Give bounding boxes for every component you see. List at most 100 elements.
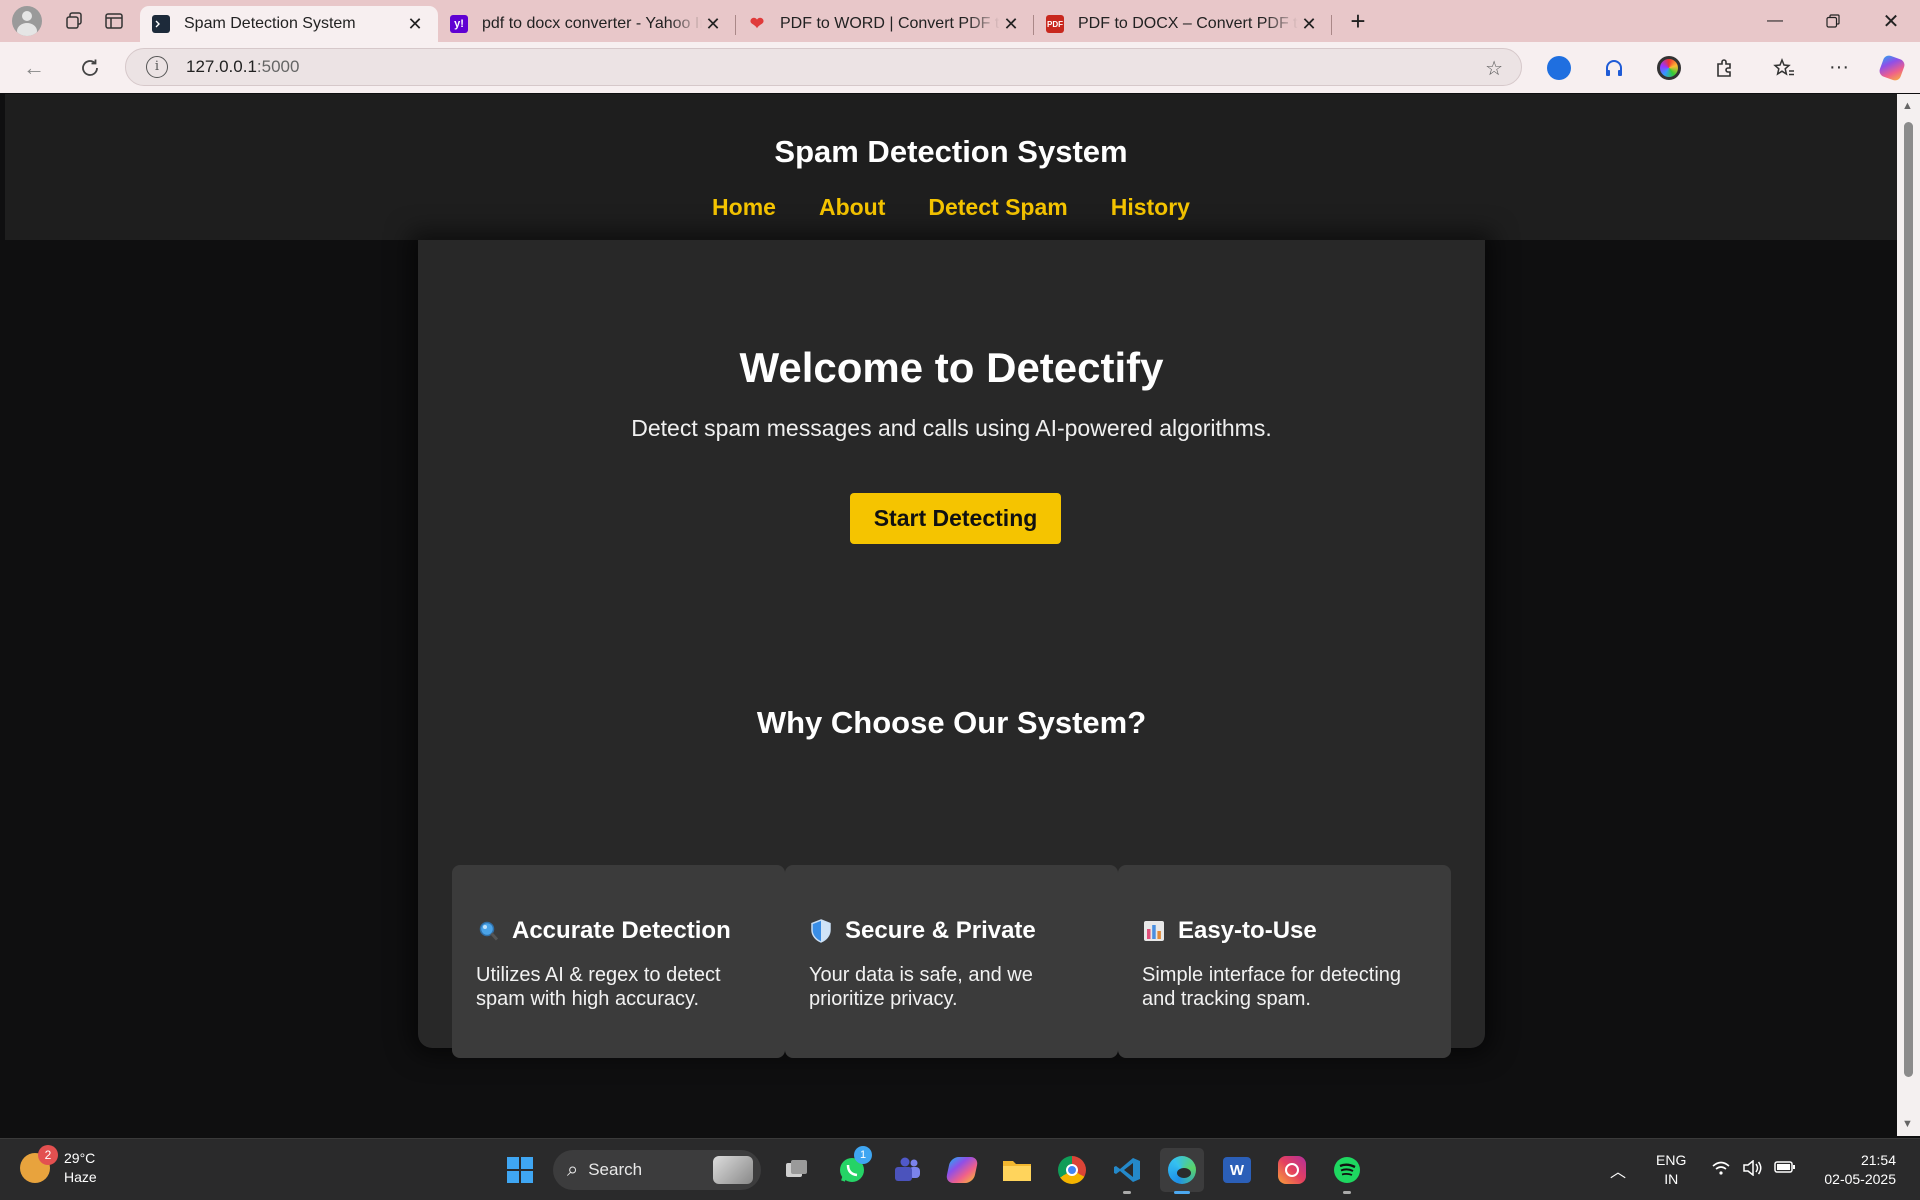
input-language-indicator[interactable]: ENG IN xyxy=(1656,1151,1686,1189)
features-title: Why Choose Our System? xyxy=(756,705,1147,740)
copilot-app-icon[interactable] xyxy=(940,1148,984,1192)
windows-taskbar: 2 29°C Haze ⌕ Search 1 W ︿ ENG IN 21:54 … xyxy=(0,1138,1920,1200)
weather-temperature: 29°C xyxy=(64,1150,96,1166)
restore-icon[interactable] xyxy=(1804,0,1862,42)
close-tab-icon[interactable]: ✕ xyxy=(404,14,426,35)
whatsapp-icon[interactable]: 1 xyxy=(830,1146,874,1192)
spotify-icon[interactable] xyxy=(1325,1148,1369,1194)
site-header: Spam Detection System Home About Detect … xyxy=(5,94,1897,240)
site-nav: Home About Detect Spam History xyxy=(5,194,1897,221)
tab-pdf-to-docx[interactable]: PDF PDF to DOCX – Convert PDF to DOCX ✕ xyxy=(1034,6,1332,42)
favorite-star-icon[interactable]: ☆ xyxy=(1485,56,1503,81)
nav-home-link[interactable]: Home xyxy=(712,194,776,221)
browser-address-bar: ← i 127.0.0.1:5000 ☆ ··· xyxy=(0,42,1920,93)
teams-icon[interactable] xyxy=(885,1148,929,1192)
color-picker-extension-icon[interactable] xyxy=(1649,42,1689,93)
scroll-down-icon[interactable]: ▼ xyxy=(1902,1118,1913,1130)
pdf-icon: PDF xyxy=(1046,15,1064,33)
tab-title: PDF to DOCX – Convert PDF to DOCX xyxy=(1078,15,1298,32)
taskbar-search-box[interactable]: ⌕ Search xyxy=(553,1150,761,1190)
show-hidden-icons-chevron-icon[interactable]: ︿ xyxy=(1610,1158,1626,1182)
weather-haze-icon: 2 xyxy=(20,1145,58,1183)
chrome-icon[interactable] xyxy=(1050,1148,1094,1192)
feature-card-easy-to-use: Easy-to-Use Simple interface for detecti… xyxy=(1118,865,1451,1058)
page-viewport: Spam Detection System Home About Detect … xyxy=(5,94,1897,1136)
reload-icon[interactable] xyxy=(66,48,114,88)
vertical-tabs-icon[interactable] xyxy=(94,0,134,42)
nav-detect-spam-link[interactable]: Detect Spam xyxy=(928,194,1067,221)
yahoo-icon: y! xyxy=(450,15,468,33)
bar-chart-icon xyxy=(1142,919,1166,943)
nav-about-link[interactable]: About xyxy=(819,194,885,221)
file-explorer-icon[interactable] xyxy=(995,1148,1039,1192)
clock-time: 21:54 xyxy=(1860,1152,1896,1168)
feature-cards: Accurate Detection Utilizes AI & regex t… xyxy=(452,865,1452,1058)
task-view-icon[interactable] xyxy=(775,1148,819,1192)
wifi-icon[interactable] xyxy=(1712,1160,1730,1181)
language-region: IN xyxy=(1664,1171,1679,1187)
feature-card-accurate-detection: Accurate Detection Utilizes AI & regex t… xyxy=(452,865,785,1058)
tab-title: Spam Detection System xyxy=(184,15,356,32)
browser-tab-bar: Spam Detection System ✕ y! pdf to docx c… xyxy=(0,0,1920,42)
weather-badge: 2 xyxy=(38,1145,58,1165)
scroll-up-icon[interactable]: ▲ xyxy=(1902,100,1913,112)
shield-icon xyxy=(809,919,833,943)
tab-pdf-to-word[interactable]: ❤ PDF to WORD | Convert PDF to Word ✕ xyxy=(736,6,1034,42)
hero-title: Welcome to Detectify xyxy=(739,344,1164,391)
vscode-icon[interactable] xyxy=(1105,1148,1149,1194)
new-tab-button[interactable]: + xyxy=(1338,6,1378,37)
weather-widget[interactable]: 2 29°C Haze xyxy=(20,1145,97,1187)
workspaces-icon[interactable] xyxy=(54,0,94,42)
battery-icon[interactable] xyxy=(1774,1160,1796,1181)
more-menu-icon[interactable]: ··· xyxy=(1819,42,1859,93)
start-detecting-button[interactable]: Start Detecting xyxy=(850,493,1061,544)
feature-card-title: Easy-to-Use xyxy=(1178,917,1317,944)
feature-card-secure-private: Secure & Private Your data is safe, and … xyxy=(785,865,1118,1058)
search-highlight-birds-icon xyxy=(713,1156,753,1184)
url-input[interactable]: i 127.0.0.1:5000 ☆ xyxy=(125,48,1522,86)
tab-yahoo-search[interactable]: y! pdf to docx converter - Yahoo India ✕ xyxy=(438,6,736,42)
weather-condition: Haze xyxy=(64,1169,97,1185)
search-icon: ⌕ xyxy=(567,1158,579,1181)
feature-card-body: Simple interface for detecting and track… xyxy=(1142,964,1402,1010)
site-title: Spam Detection System xyxy=(774,134,1128,169)
close-tab-icon[interactable]: ✕ xyxy=(1000,14,1022,35)
nav-history-link[interactable]: History xyxy=(1111,194,1190,221)
instagram-icon[interactable] xyxy=(1270,1148,1314,1192)
headphones-extension-icon[interactable] xyxy=(1594,42,1634,93)
minimize-icon[interactable]: — xyxy=(1746,0,1804,42)
read-aloud-icon[interactable] xyxy=(1539,42,1579,93)
close-window-icon[interactable]: ✕ xyxy=(1862,0,1920,42)
hero-subtitle: Detect spam messages and calls using AI-… xyxy=(631,415,1272,441)
url-port: :5000 xyxy=(256,57,300,76)
whatsapp-badge: 1 xyxy=(854,1146,872,1164)
scrollbar-thumb[interactable] xyxy=(1904,122,1913,1077)
tab-spam-detection[interactable]: Spam Detection System ✕ xyxy=(140,6,438,42)
system-clock[interactable]: 21:54 02-05-2025 xyxy=(1824,1151,1896,1189)
site-info-icon[interactable]: i xyxy=(146,56,168,78)
url-host: 127.0.0.1 xyxy=(186,57,257,76)
copilot-icon[interactable] xyxy=(1872,42,1912,93)
magnifier-icon xyxy=(476,919,500,943)
feature-card-title: Secure & Private xyxy=(845,917,1036,944)
taskbar-search-label: Search xyxy=(588,1160,643,1179)
back-icon[interactable]: ← xyxy=(10,48,58,88)
start-menu-icon[interactable] xyxy=(498,1148,542,1192)
close-tab-icon[interactable]: ✕ xyxy=(702,14,724,35)
feature-card-body: Your data is safe, and we prioritize pri… xyxy=(809,964,1033,1010)
tab-title: PDF to WORD | Convert PDF to Word xyxy=(780,15,1000,32)
language-code: ENG xyxy=(1656,1152,1687,1168)
close-tab-icon[interactable]: ✕ xyxy=(1298,14,1320,35)
clock-date: 02-05-2025 xyxy=(1824,1171,1896,1187)
heart-icon: ❤ xyxy=(749,14,765,33)
favorites-icon[interactable] xyxy=(1764,42,1804,93)
extensions-puzzle-icon[interactable] xyxy=(1704,42,1744,93)
word-icon[interactable]: W xyxy=(1215,1148,1259,1192)
page-scrollbar[interactable]: ▲ ▼ xyxy=(1897,94,1920,1136)
profile-avatar[interactable] xyxy=(12,6,42,36)
volume-icon[interactable] xyxy=(1742,1158,1762,1181)
edge-icon[interactable] xyxy=(1160,1148,1204,1194)
tab-title: pdf to docx converter - Yahoo India xyxy=(482,15,702,32)
terminal-icon xyxy=(152,15,170,33)
main-container: Welcome to Detectify Detect spam message… xyxy=(418,240,1485,1058)
